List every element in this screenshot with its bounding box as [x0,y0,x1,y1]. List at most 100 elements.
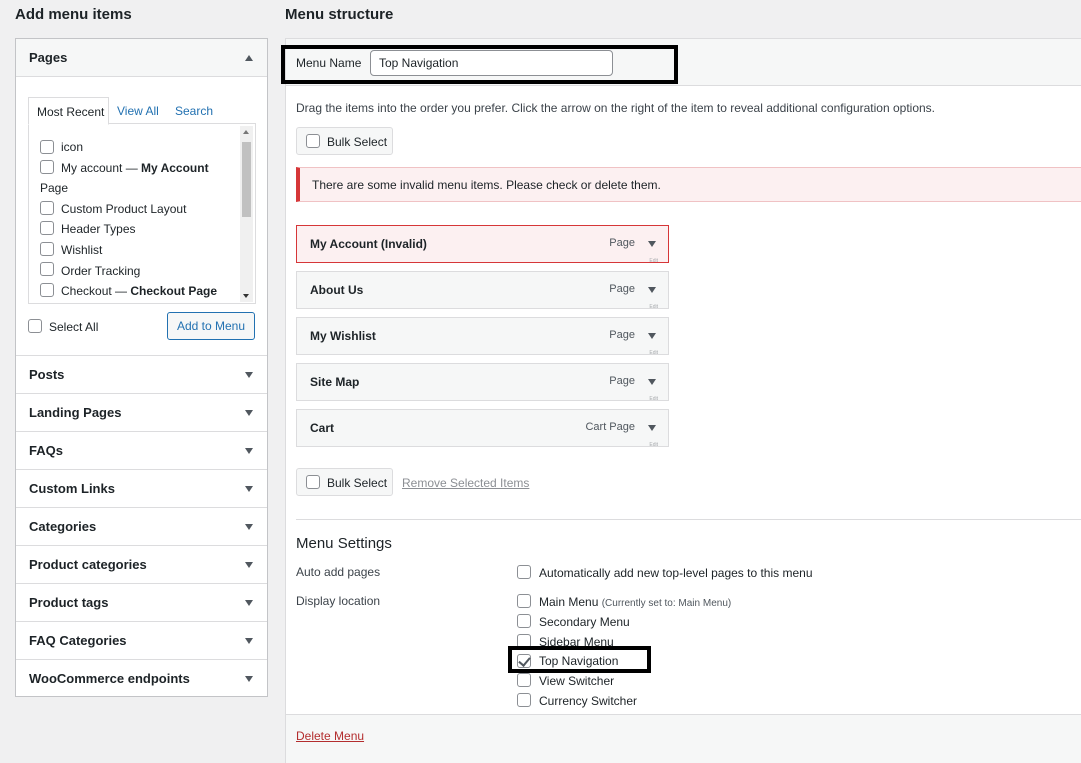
add-menu-items-accordion: Pages Most Recent View All Search icon M… [15,38,268,697]
checklist-scrollbar[interactable] [240,126,253,302]
pages-checklist: icon My account — My Account Page Custom… [28,123,256,304]
section-landing-pages[interactable]: Landing Pages [16,393,267,431]
menu-item-title: My Account (Invalid) [310,237,427,251]
page-checkbox-order-tracking[interactable] [40,262,54,276]
page-item-label-continued: Page [40,181,69,195]
select-all-label: Select All [49,320,99,334]
divider [296,519,1081,520]
chevron-down-icon [245,372,253,378]
drag-instructions: Drag the items into the order you prefer… [296,101,936,115]
location-label: Secondary Menu [539,615,630,629]
section-title: Categories [29,519,97,534]
bulk-select-checkbox[interactable] [306,134,320,148]
expand-arrow-icon[interactable] [648,333,656,339]
chevron-up-icon [245,55,253,61]
remove-selected-items-link[interactable]: Remove Selected Items [402,476,529,490]
edit-link[interactable]: Edit [649,304,658,310]
expand-arrow-icon[interactable] [648,241,656,247]
section-faqs[interactable]: FAQs [16,431,267,469]
location-checkbox-secondary-menu[interactable] [517,614,531,628]
location-label: Currency Switcher [539,694,638,708]
invalid-items-notice: There are some invalid menu items. Pleas… [296,167,1081,202]
pages-section-header[interactable]: Pages [16,39,267,77]
page-checkbox-checkout[interactable] [40,283,54,297]
menu-item-about-us[interactable]: About Us Page Edit [296,271,669,310]
chevron-down-icon [245,448,253,454]
menu-item-my-account[interactable]: My Account (Invalid) Page Edit [296,225,669,264]
menu-item-type: Page [609,237,635,249]
page-checkbox-custom-product-layout[interactable] [40,201,54,215]
pages-tabs: Most Recent View All Search [28,97,256,125]
section-faq-categories[interactable]: FAQ Categories [16,621,267,659]
tab-search[interactable]: Search [175,97,213,125]
add-to-menu-button[interactable]: Add to Menu [167,312,255,340]
menu-item-type: Page [609,329,635,341]
edit-link[interactable]: Edit [649,258,658,264]
delete-menu-link[interactable]: Delete Menu [296,729,364,743]
chevron-down-icon [245,486,253,492]
notice-text: There are some invalid menu items. Pleas… [312,178,661,192]
location-main-menu-label: Main Menu (Currently set to: Main Menu) [539,595,732,609]
menu-item-cart[interactable]: Cart Cart Page Edit [296,409,669,448]
scroll-thumb[interactable] [242,142,251,217]
tab-view-all[interactable]: View All [117,97,159,125]
chevron-down-icon [245,524,253,530]
page-checkbox-wishlist[interactable] [40,242,54,256]
bulk-select-button-bottom[interactable]: Bulk Select [296,468,393,496]
expand-arrow-icon[interactable] [648,287,656,293]
bulk-select-button[interactable]: Bulk Select [296,127,393,155]
menu-item-type: Cart Page [585,421,635,433]
auto-add-pages-checkbox[interactable] [517,565,531,579]
section-categories[interactable]: Categories [16,507,267,545]
section-product-tags[interactable]: Product tags [16,583,267,621]
section-posts[interactable]: Posts [16,355,267,393]
bulk-select-checkbox[interactable] [306,475,320,489]
edit-link[interactable]: Edit [649,350,658,356]
tab-most-recent[interactable]: Most Recent [28,97,109,125]
menu-item-site-map[interactable]: Site Map Page Edit [296,363,669,402]
page-checkbox-header-types[interactable] [40,221,54,235]
expand-arrow-icon[interactable] [648,379,656,385]
menu-structure-title: Menu structure [285,6,394,23]
chevron-down-icon [245,600,253,606]
auto-add-pages-label: Auto add pages [296,565,381,579]
menu-item-title: Cart [310,421,335,435]
section-title: FAQs [29,443,63,458]
section-title: Landing Pages [29,405,122,420]
expand-arrow-icon[interactable] [648,425,656,431]
menu-item-title: About Us [310,283,364,297]
highlight-box [281,45,678,84]
chevron-down-icon [245,410,253,416]
menu-item-title: Site Map [310,375,360,389]
location-label: View Switcher [539,674,615,688]
section-title: Custom Links [29,481,115,496]
edit-link[interactable]: Edit [649,442,658,448]
section-custom-links[interactable]: Custom Links [16,469,267,507]
location-checkbox-view-switcher[interactable] [517,673,531,687]
section-title: Posts [29,367,65,382]
scroll-down-icon[interactable] [243,294,249,298]
page-item-label: icon [61,140,84,154]
highlight-box [508,646,651,673]
bulk-select-label: Bulk Select [327,476,388,490]
menu-item-type: Page [609,283,635,295]
page-checkbox-icon[interactable] [40,140,54,154]
page-item-label: Custom Product Layout [61,202,187,216]
page-item-label: Checkout — Checkout Page [61,284,218,298]
menu-item-my-wishlist[interactable]: My Wishlist Page Edit [296,317,669,356]
select-all-checkbox[interactable] [28,319,42,333]
auto-add-pages-text: Automatically add new top-level pages to… [539,566,813,580]
page-checkbox-my-account[interactable] [40,160,54,174]
section-title: WooCommerce endpoints [29,671,190,686]
location-checkbox-currency-switcher[interactable] [517,693,531,707]
edit-link[interactable]: Edit [649,396,658,402]
scroll-up-icon[interactable] [243,130,249,134]
section-title: Product tags [29,595,109,610]
bulk-select-label: Bulk Select [327,135,388,149]
section-woocommerce-endpoints[interactable]: WooCommerce endpoints [16,659,267,697]
chevron-down-icon [245,638,253,644]
page-item-label: Header Types [61,222,136,236]
section-product-categories[interactable]: Product categories [16,545,267,583]
chevron-down-icon [245,676,253,682]
location-checkbox-main-menu[interactable] [517,594,531,608]
